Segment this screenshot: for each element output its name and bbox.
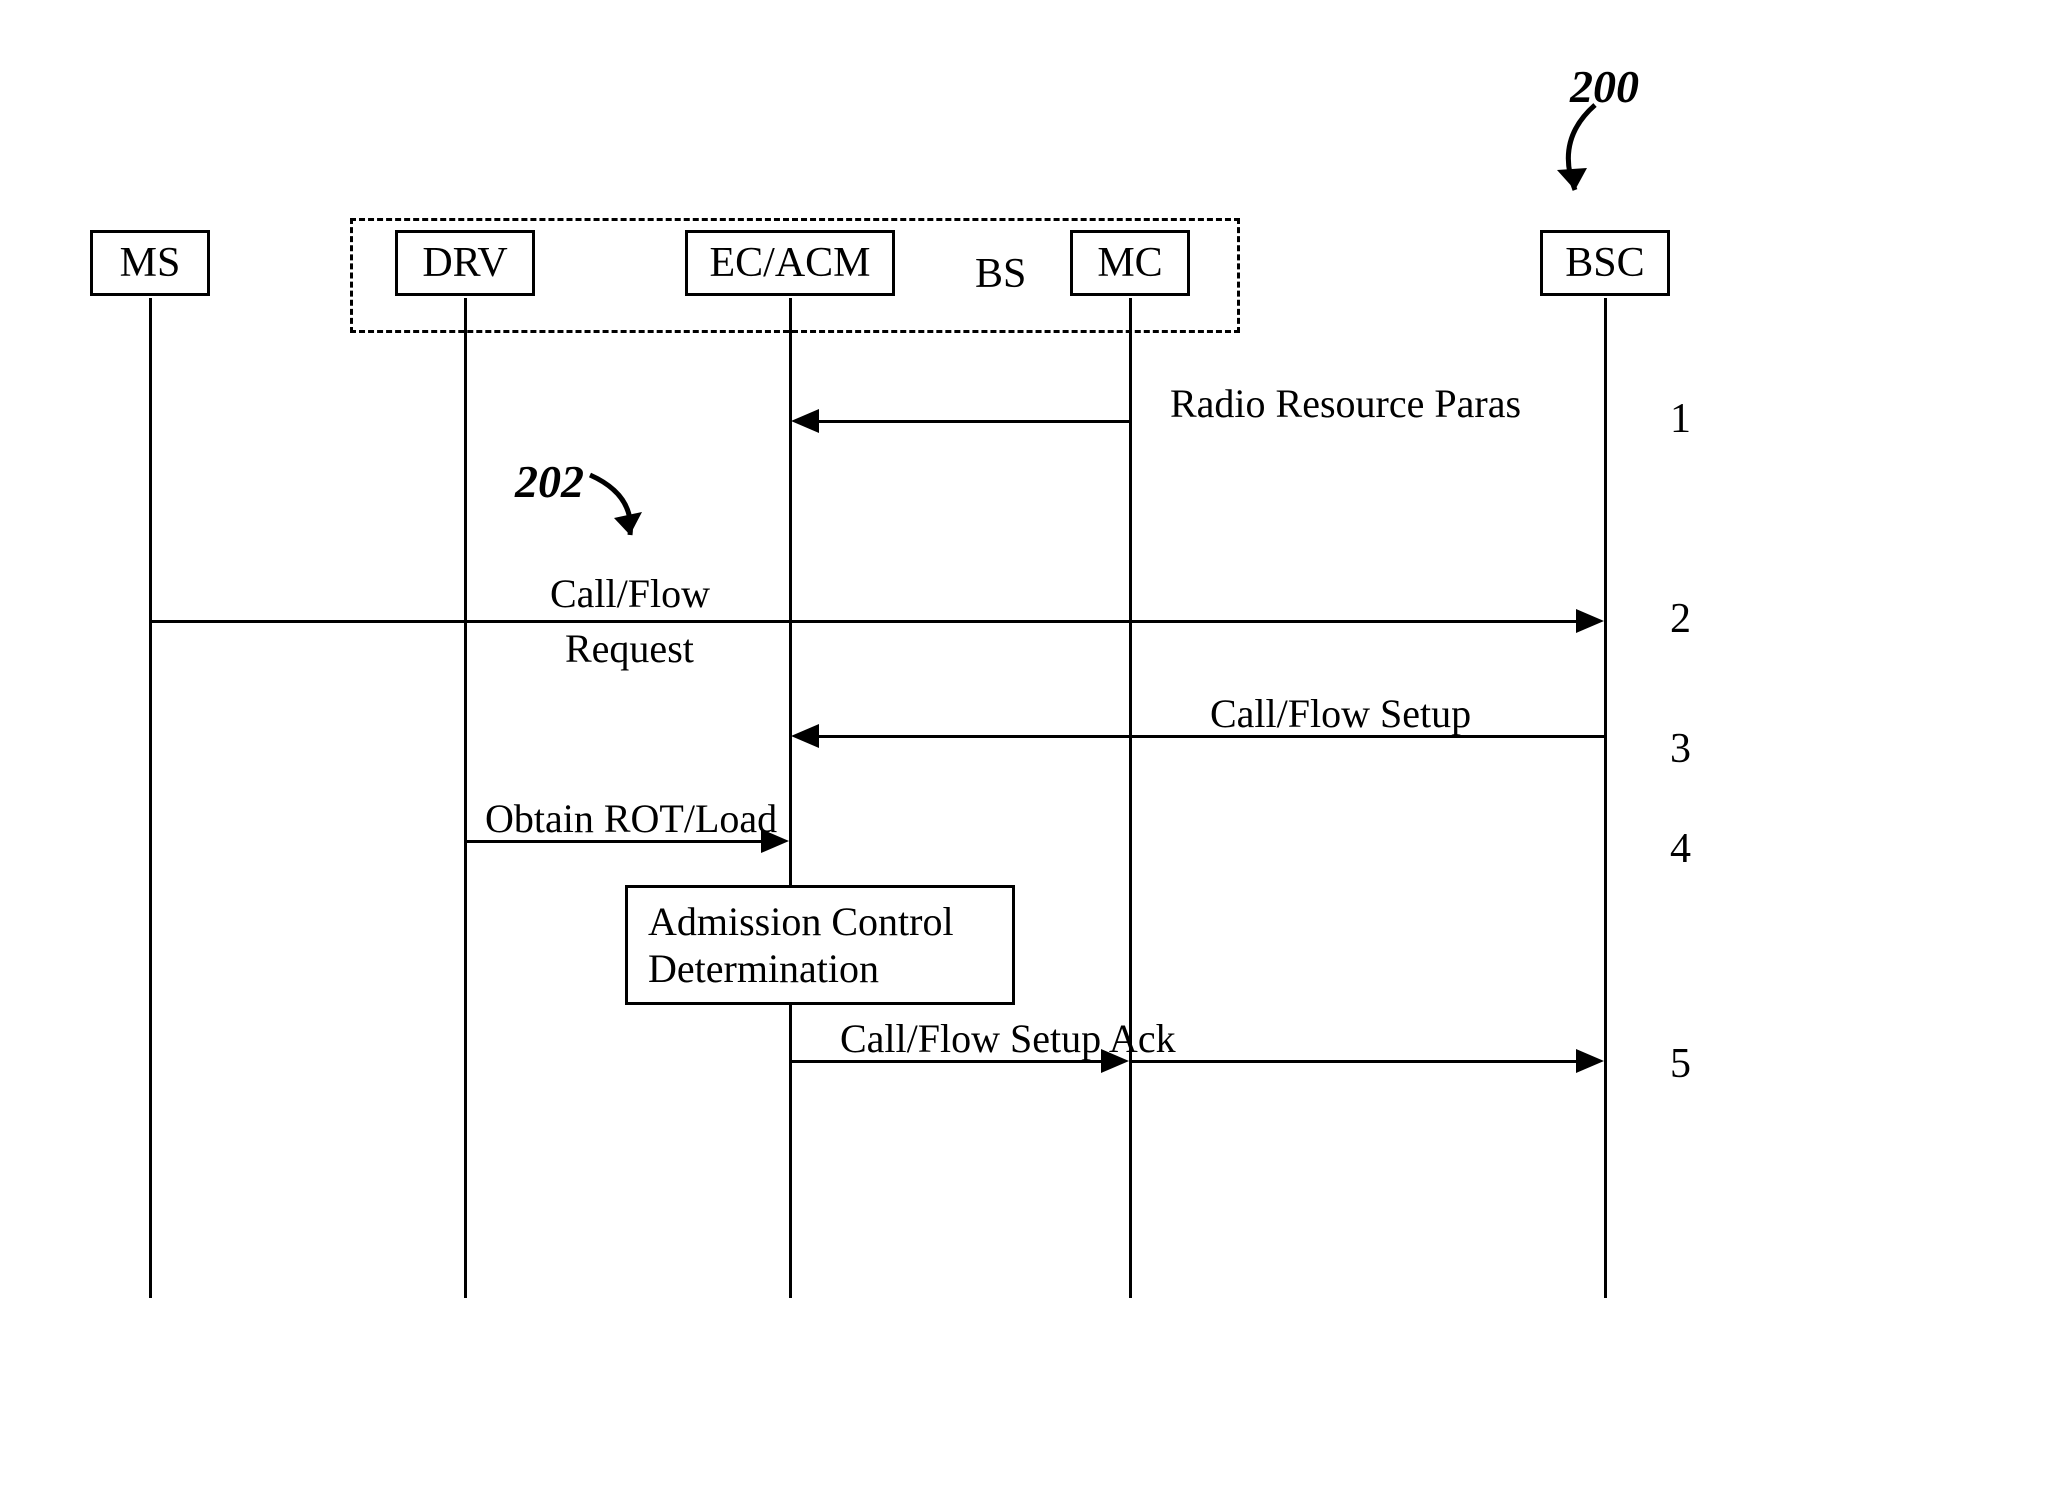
step-3-number: 3 <box>1670 725 1691 773</box>
bs-group-label: BS <box>975 250 1026 298</box>
arrow-3-head-icon <box>791 724 819 748</box>
msg-2-label-line2: Request <box>565 625 694 672</box>
step-5-number: 5 <box>1670 1040 1691 1088</box>
arrow-5b-head-icon <box>1576 1049 1604 1073</box>
msg-4-label: Obtain ROT/Load <box>485 795 777 842</box>
participant-drv: DRV <box>395 230 535 296</box>
step-4-number: 4 <box>1670 825 1691 873</box>
msg-1-label: Radio Resource Paras <box>1170 380 1521 427</box>
arrow-2-head-icon <box>1576 609 1604 633</box>
step-1-number: 1 <box>1670 395 1691 443</box>
arrow-2 <box>151 620 1576 623</box>
arrow-1-head-icon <box>791 409 819 433</box>
process-line1: Admission Control <box>648 899 954 944</box>
sequence-diagram: BS MS DRV EC/ACM MC BSC Radio Resource P… <box>120 230 1920 1330</box>
msg-5-label: Call/Flow Setup Ack <box>840 1015 1176 1062</box>
process-admission-control: Admission Control Determination <box>625 885 1015 1005</box>
msg-3-label: Call/Flow Setup <box>1210 690 1471 737</box>
lifeline-drv <box>464 298 467 1298</box>
process-line2: Determination <box>648 946 879 991</box>
participant-ecacm: EC/ACM <box>685 230 895 296</box>
participant-mc: MC <box>1070 230 1190 296</box>
lifeline-bsc <box>1604 298 1607 1298</box>
participant-bsc: BSC <box>1540 230 1670 296</box>
arrow-5b <box>1131 1060 1576 1063</box>
participant-ms: MS <box>90 230 210 296</box>
lifeline-ecacm <box>789 298 792 1298</box>
msg-2-label-line1: Call/Flow <box>550 570 710 617</box>
callout-arrow-200-icon <box>1535 100 1635 220</box>
lifeline-mc <box>1129 298 1132 1298</box>
step-2-number: 2 <box>1670 595 1691 643</box>
callout-arrow-202-icon <box>580 470 670 560</box>
arrow-1 <box>817 420 1131 423</box>
lifeline-ms <box>149 298 152 1298</box>
callout-ref-202: 202 <box>515 455 584 508</box>
